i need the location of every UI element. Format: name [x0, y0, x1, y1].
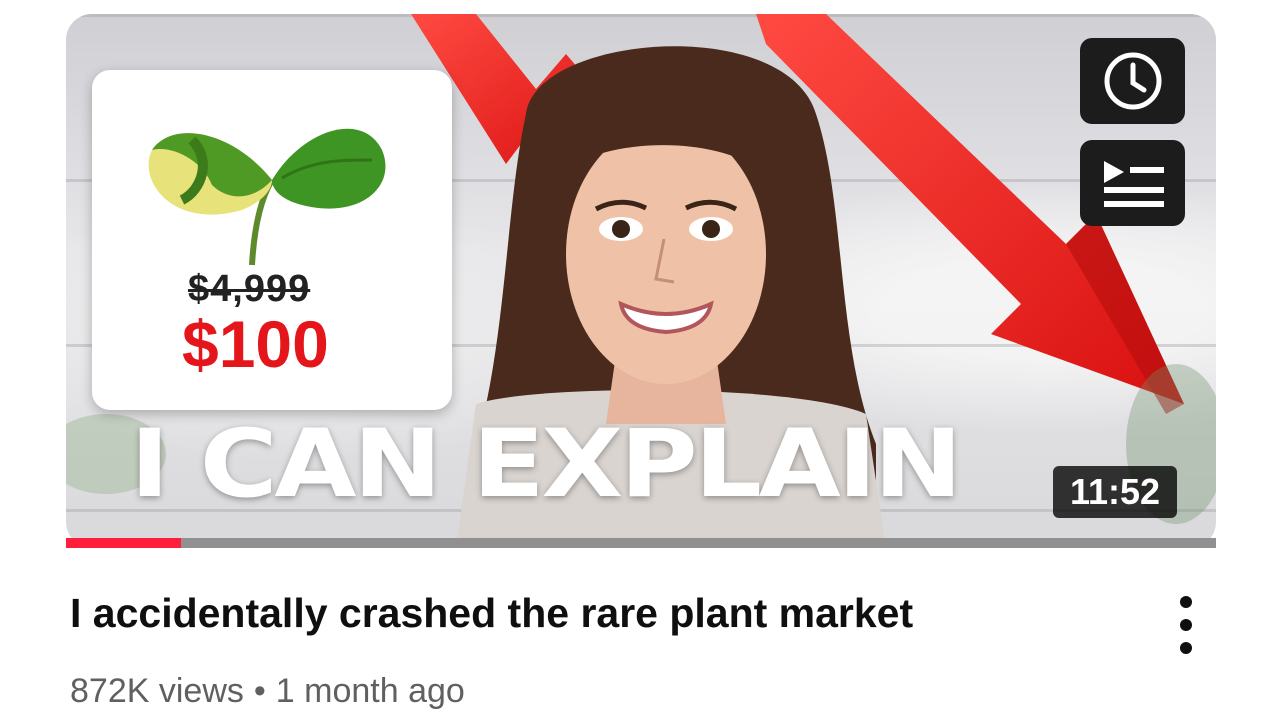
video-thumbnail[interactable]: $4,999 $100 I CAN EXPLAIN 11:52: [66, 14, 1216, 548]
video-title[interactable]: I accidentally crashed the rare plant ma…: [70, 590, 913, 637]
watch-progress-fill: [66, 538, 181, 548]
watch-progress-bar: [66, 538, 1216, 548]
queue-icon: [1103, 161, 1164, 207]
sale-price: $100: [182, 307, 329, 381]
video-metadata: 872K views • 1 month ago: [70, 672, 465, 711]
original-price: $4,999: [188, 268, 311, 310]
clock-icon: [1104, 52, 1161, 110]
more-options-button[interactable]: [1164, 596, 1208, 654]
price-card: $4,999 $100: [92, 70, 452, 410]
more-vertical-icon: [1180, 596, 1192, 608]
upload-age: 1 month ago: [275, 672, 465, 710]
view-count: 872K views: [70, 672, 244, 710]
duration-badge: 11:52: [1053, 466, 1177, 518]
meta-separator: •: [253, 672, 266, 710]
plant-leaf-illustration: [148, 128, 386, 266]
thumbnail-caption: I CAN EXPLAIN: [130, 410, 962, 519]
watch-later-button[interactable]: [1080, 38, 1185, 124]
add-to-queue-button[interactable]: [1080, 140, 1185, 226]
